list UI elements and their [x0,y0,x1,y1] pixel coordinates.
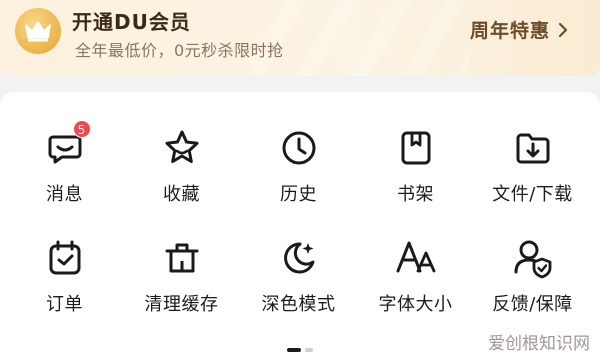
menu-item-label: 清理缓存 [144,294,219,315]
watermark: 爱创根知识网 [488,334,590,354]
download-folder-icon [511,126,555,170]
menu-item-feedback[interactable]: 反馈/保障 [474,236,591,326]
crown-icon [15,8,61,54]
clock-icon [277,126,321,170]
menu-item-orders[interactable]: 订单 [6,236,123,326]
menu-item-messages[interactable]: 5 消息 [6,120,123,236]
menu-item-font-size[interactable]: 字体大小 [357,236,474,326]
menu-item-clear-cache[interactable]: 清理缓存 [123,236,240,326]
star-icon [160,126,204,170]
menu-item-label: 书架 [397,184,434,205]
menu-item-label: 文件/下载 [492,184,573,205]
vip-banner[interactable]: 开通DU会员 全年最低价，0元秒杀限时抢 周年特惠 [0,0,600,76]
calendar-check-icon [43,236,87,280]
moon-icon [277,236,321,280]
user-shield-icon [511,236,555,280]
menu-item-label: 消息 [46,184,83,205]
font-size-icon [394,236,438,280]
menu-item-label: 反馈/保障 [492,294,573,315]
menu-item-label: 字体大小 [378,294,453,315]
menu-item-label: 订单 [46,294,83,315]
menu-item-label: 深色模式 [261,294,336,315]
unread-badge: 5 [72,120,91,138]
trash-icon [160,236,204,280]
quick-menu-grid: 5 消息 收藏 历史 书架 文件/下载 订单 清理缓存 深色模式 字体大小 反馈… [0,120,600,326]
menu-item-dark-mode[interactable]: 深色模式 [240,236,357,326]
promo-button[interactable]: 周年特惠 [470,16,568,43]
menu-item-bookshelf[interactable]: 书架 [357,126,474,236]
page-dot [305,348,313,352]
menu-item-favorites[interactable]: 收藏 [123,126,240,236]
message-icon: 5 [43,120,91,170]
menu-item-label: 收藏 [163,184,200,205]
page-dot-active [287,348,301,352]
menu-item-label: 历史 [280,184,317,205]
menu-item-history[interactable]: 历史 [240,126,357,236]
menu-item-downloads[interactable]: 文件/下载 [474,126,591,236]
quick-menu-panel: 5 消息 收藏 历史 书架 文件/下载 订单 清理缓存 深色模式 字体大小 反馈… [0,92,600,360]
bookshelf-icon [394,126,438,170]
chevron-right-icon [558,22,568,38]
vip-subtitle: 全年最低价，0元秒杀限时抢 [75,41,284,60]
promo-label: 周年特惠 [470,20,551,42]
vip-title: 开通DU会员 [72,10,191,34]
